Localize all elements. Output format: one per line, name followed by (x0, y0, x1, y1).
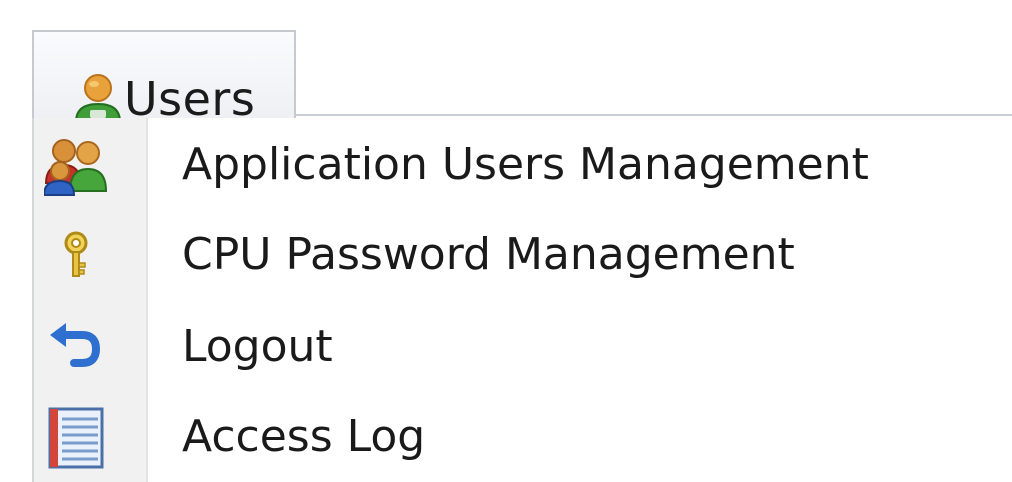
menu-bar-divider (296, 114, 1012, 116)
menu-item-cpu-password-management[interactable]: CPU Password Management (34, 210, 1012, 300)
users-group-icon (44, 139, 108, 196)
users-tab-label: Users (124, 72, 256, 126)
menu-item-application-users-management[interactable]: Application Users Management (34, 120, 1012, 210)
menu-item-label: CPU Password Management (182, 229, 795, 280)
menu-item-label: Access Log (182, 411, 426, 462)
menu-item-logout[interactable]: Logout (34, 302, 1012, 392)
key-icon (64, 231, 88, 277)
users-menu-tab[interactable]: Users (32, 30, 296, 123)
menu-item-label: Application Users Management (182, 139, 869, 190)
menu-item-access-log[interactable]: Access Log (34, 392, 1012, 482)
logout-undo-icon (50, 323, 101, 367)
log-list-icon (48, 407, 104, 469)
menu-item-label: Logout (182, 321, 333, 372)
